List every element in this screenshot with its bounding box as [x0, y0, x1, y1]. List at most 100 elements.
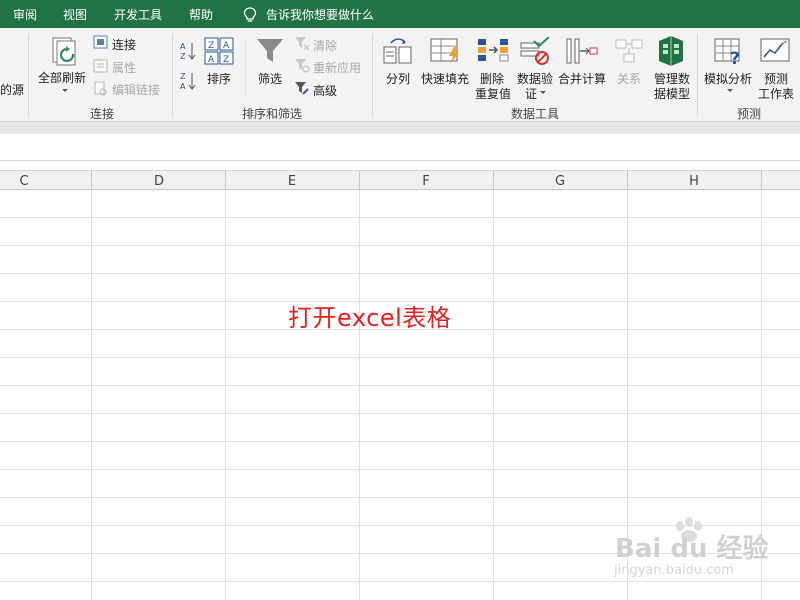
remove-duplicates-icon[interactable]	[477, 37, 509, 65]
sort-descending-icon[interactable]: Z A	[179, 70, 197, 92]
filter-icon[interactable]	[256, 37, 284, 65]
forecast-sheet-label-2[interactable]: 工作表	[758, 85, 794, 102]
refresh-all-icon[interactable]	[49, 36, 81, 70]
column-divider[interactable]	[91, 171, 92, 190]
inner-separator	[245, 40, 246, 96]
watermark-brand: Bai du 经验	[615, 534, 769, 564]
column-header-g[interactable]: G	[555, 174, 565, 189]
grid-row-line	[0, 441, 800, 442]
grid-row-line	[0, 413, 800, 414]
annotation-text: 打开excel表格	[288, 304, 452, 332]
svg-text:Z: Z	[208, 41, 214, 51]
tell-me-search[interactable]: 告诉我你想要做什么	[243, 6, 374, 23]
what-if-analysis-button[interactable]: 模拟分析	[704, 70, 752, 87]
grid-row-line	[0, 385, 800, 386]
properties-button[interactable]: 属性	[112, 59, 136, 76]
svg-text:A: A	[180, 82, 186, 91]
ribbon-bottom-strip	[0, 122, 800, 134]
column-divider[interactable]	[761, 171, 762, 190]
tab-developer[interactable]: 开发工具	[114, 6, 162, 23]
text-to-columns-button[interactable]: 分列	[386, 70, 410, 87]
group-label-sort-filter: 排序和筛选	[241, 107, 303, 121]
flash-fill-icon[interactable]	[430, 37, 462, 65]
tell-me-text: 告诉我你想要做什么	[266, 8, 375, 22]
manage-data-model-icon[interactable]	[656, 35, 686, 67]
chevron-down-icon[interactable]	[727, 89, 733, 92]
manage-data-model-label-2[interactable]: 据模型	[654, 85, 690, 102]
forecast-sheet-icon[interactable]	[760, 37, 792, 65]
consolidate-icon[interactable]	[566, 37, 598, 65]
lightbulb-icon	[243, 6, 257, 22]
grid-row-line	[0, 217, 800, 218]
sort-ascending-icon[interactable]: A Z	[179, 40, 197, 62]
connections-icon	[93, 35, 108, 49]
get-data-source-label[interactable]: 的源	[0, 81, 24, 98]
filter-button[interactable]: 筛选	[258, 70, 282, 87]
grid-row-line	[0, 245, 800, 246]
grid-row-line	[0, 357, 800, 358]
column-divider[interactable]	[225, 171, 226, 190]
grid-column-line	[91, 190, 92, 600]
column-header-f[interactable]: F	[422, 174, 429, 189]
column-header-row: C D E F G H	[0, 170, 800, 190]
grid-row-line	[0, 497, 800, 498]
clear-button[interactable]: 清除	[313, 37, 337, 54]
svg-text:?: ?	[730, 49, 740, 65]
grid-column-line	[359, 190, 360, 600]
clear-filter-icon	[295, 37, 310, 51]
text-to-columns-icon[interactable]	[383, 37, 413, 65]
ribbon-tab-bar: 审阅 视图 开发工具 帮助 告诉我你想要做什么	[0, 0, 800, 28]
svg-text:Z: Z	[223, 55, 229, 65]
remove-duplicates-label-2[interactable]: 重复值	[475, 85, 511, 102]
consolidate-button[interactable]: 合并计算	[558, 70, 606, 87]
edit-links-button[interactable]: 编辑链接	[112, 81, 160, 98]
column-header-e[interactable]: E	[288, 174, 296, 189]
group-separator	[28, 34, 29, 116]
group-label-forecast: 预测	[736, 107, 762, 121]
formula-bar[interactable]	[0, 134, 800, 161]
column-divider[interactable]	[359, 171, 360, 190]
grid-column-line	[225, 190, 226, 600]
chevron-down-icon[interactable]	[540, 91, 546, 94]
svg-text:A: A	[208, 55, 215, 65]
svg-text:A: A	[180, 42, 186, 51]
reapply-button[interactable]: 重新应用	[313, 59, 361, 76]
column-divider[interactable]	[627, 171, 628, 190]
grid-row-line	[0, 469, 800, 470]
group-separator	[172, 34, 173, 116]
relationships-icon	[615, 39, 643, 63]
group-separator	[697, 34, 698, 116]
grid-column-line	[493, 190, 494, 600]
relationships-button[interactable]: 关系	[617, 70, 641, 87]
edit-links-icon	[94, 81, 107, 96]
sheet-gap	[0, 161, 800, 170]
column-header-d[interactable]: D	[154, 174, 164, 189]
refresh-all-button[interactable]: 全部刷新	[38, 69, 86, 86]
column-header-c[interactable]: C	[19, 174, 28, 189]
svg-text:Z: Z	[180, 72, 186, 81]
tab-help[interactable]: 帮助	[189, 6, 213, 23]
sort-button[interactable]: 排序	[207, 70, 231, 87]
chevron-down-icon[interactable]	[62, 89, 68, 92]
group-label-data-tools: 数据工具	[510, 107, 560, 121]
data-validation-label-2[interactable]: 证	[525, 85, 537, 102]
flash-fill-button[interactable]: 快速填充	[421, 70, 469, 87]
svg-text:A: A	[223, 41, 230, 51]
group-separator	[372, 34, 373, 116]
tab-view[interactable]: 视图	[63, 6, 87, 23]
sort-icon[interactable]: Z A A Z	[204, 37, 234, 65]
advanced-filter-icon	[295, 82, 309, 95]
watermark-url: jingyan.baidu.com	[614, 563, 734, 578]
column-divider[interactable]	[493, 171, 494, 190]
tab-review[interactable]: 审阅	[13, 6, 37, 23]
properties-icon	[93, 59, 108, 73]
grid-row-line	[0, 273, 800, 274]
column-header-h[interactable]: H	[689, 174, 699, 189]
data-validation-icon[interactable]	[520, 37, 552, 65]
reapply-icon	[295, 59, 310, 73]
connections-button[interactable]: 连接	[112, 36, 136, 53]
ribbon: 的源 全部刷新 连接 属性 编辑链接 连接 A Z Z A Z A A Z 排序…	[0, 28, 800, 122]
group-label-connections: 连接	[89, 107, 115, 121]
what-if-analysis-icon[interactable]: ?	[714, 37, 744, 65]
advanced-button[interactable]: 高级	[313, 82, 337, 99]
